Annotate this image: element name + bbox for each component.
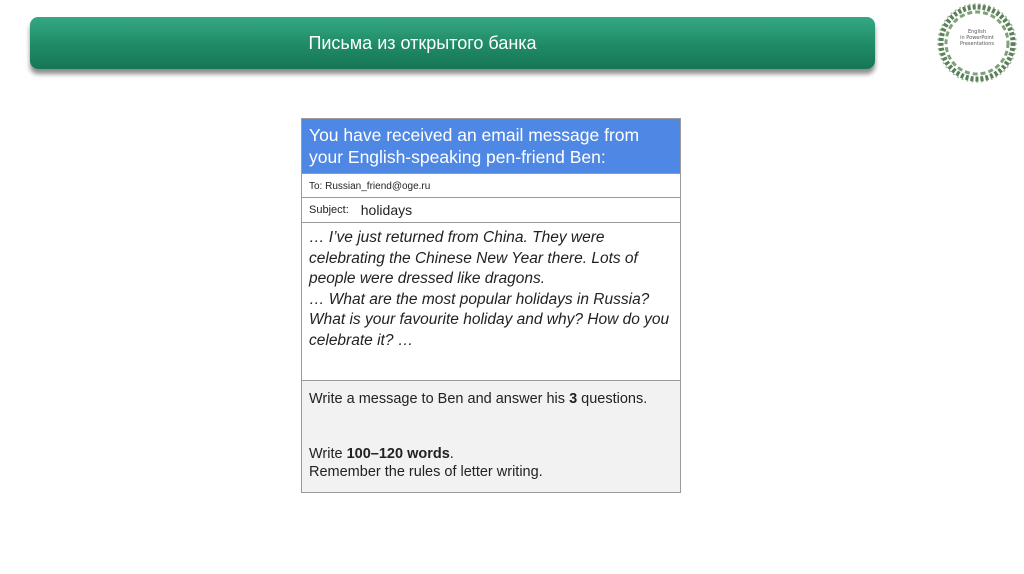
email-task-card: You have received an email message from … [301,118,681,493]
subject-value: holidays [360,202,413,218]
email-body: … I’ve just returned from China. They we… [302,223,680,381]
email-to-field: To: Russian_friend@oge.ru [302,174,680,198]
title-banner: Письма из открытого банка [30,17,875,69]
email-subject-field: Subject: holidays [302,198,680,223]
email-body-paragraph: … I’ve just returned from China. They we… [309,229,638,287]
task-line: Remember the rules of letter writing. [309,464,543,480]
subject-label: Subject: [309,204,349,216]
logo-wreath-icon: English in PowerPoint Presentations [936,3,1018,83]
task-instructions: Write a message to Ben and answer his 3 … [302,381,680,492]
task-line: Write 100–120 words. [309,445,454,462]
task-line: Write a message to Ben and answer his 3 … [309,391,648,407]
page-title: Письма из открытого банка [308,33,537,53]
email-header: You have received an email message from … [302,119,680,174]
email-body-paragraph: … What are the most popular holidays in … [309,290,670,349]
logo-text: English in PowerPoint Presentations [959,29,994,47]
